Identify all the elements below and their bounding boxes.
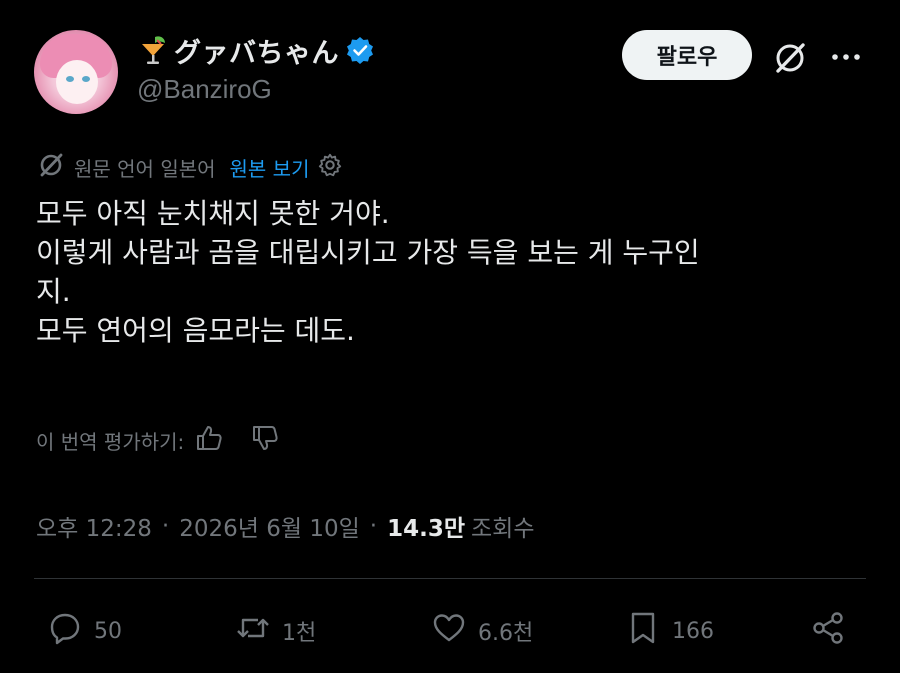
bookmark-button[interactable]: 166 <box>624 608 714 654</box>
thumbs-up-icon[interactable] <box>194 423 224 458</box>
tweet-line: 지. <box>36 275 71 308</box>
grok-icon[interactable] <box>770 38 810 78</box>
translation-source-label: 원문 언어 일본어 <box>74 156 216 181</box>
author-display-name[interactable]: グァバちゃん <box>174 31 339 70</box>
meta-separator: · <box>161 513 170 539</box>
tweet-line: 모두 연어의 음모라는 데도. <box>36 314 355 347</box>
repost-count: 1천 <box>282 621 317 646</box>
views-label[interactable]: 조회수 <box>471 509 534 543</box>
rate-translation-label: 이 번역 평가하기: <box>36 429 185 454</box>
tweet-time[interactable]: 오후 12:28 <box>36 509 152 543</box>
follow-button[interactable]: 팔로우 <box>622 30 752 80</box>
reply-button[interactable]: 50 <box>46 608 122 654</box>
repost-icon <box>234 609 272 653</box>
like-count: 6.6천 <box>478 621 534 646</box>
views-count[interactable]: 14.3만 <box>387 509 465 543</box>
divider <box>34 578 866 579</box>
author-name-row[interactable]: グァバちゃん <box>138 30 375 70</box>
more-options-icon[interactable] <box>828 42 864 72</box>
author-handle[interactable]: @BanziroG <box>137 74 272 105</box>
tweet-date[interactable]: 2026년 6월 10일 <box>179 509 360 543</box>
grok-translate-icon <box>36 150 66 185</box>
meta-separator: · <box>369 513 378 539</box>
rate-translation-row: 이 번역 평가하기: <box>36 422 280 458</box>
heart-icon <box>430 609 468 653</box>
repost-button[interactable]: 1천 <box>234 608 316 654</box>
translation-bar: 원문 언어 일본어 원본 보기 <box>36 150 343 184</box>
tweet-line: 모두 아직 눈치채지 못한 거야. <box>36 197 390 230</box>
avatar[interactable] <box>34 30 118 114</box>
tweet-text: 모두 아직 눈치채지 못한 거야. 이렇게 사람과 곰을 대립시키고 가장 득을… <box>36 194 866 350</box>
reply-count: 50 <box>94 618 122 644</box>
thumbs-down-icon[interactable] <box>250 423 280 458</box>
avatar-eye-left <box>66 76 74 82</box>
show-original-link[interactable]: 원본 보기 <box>230 153 310 182</box>
verified-badge-icon <box>345 35 375 65</box>
share-icon <box>810 609 848 653</box>
like-button[interactable]: 6.6천 <box>430 608 533 654</box>
bookmark-count: 166 <box>672 618 714 644</box>
reply-icon <box>46 609 84 653</box>
tropical-drink-icon <box>138 34 168 66</box>
settings-gear-icon[interactable] <box>317 152 343 183</box>
bookmark-icon <box>624 609 662 653</box>
avatar-face <box>56 60 98 104</box>
tweet-line: 이렇게 사람과 곰을 대립시키고 가장 득을 보는 게 누구인 <box>36 236 700 269</box>
share-button[interactable] <box>810 608 848 654</box>
tweet-meta: 오후 12:28 · 2026년 6월 10일 · 14.3만 조회수 <box>36 506 535 546</box>
avatar-eye-right <box>82 76 90 82</box>
